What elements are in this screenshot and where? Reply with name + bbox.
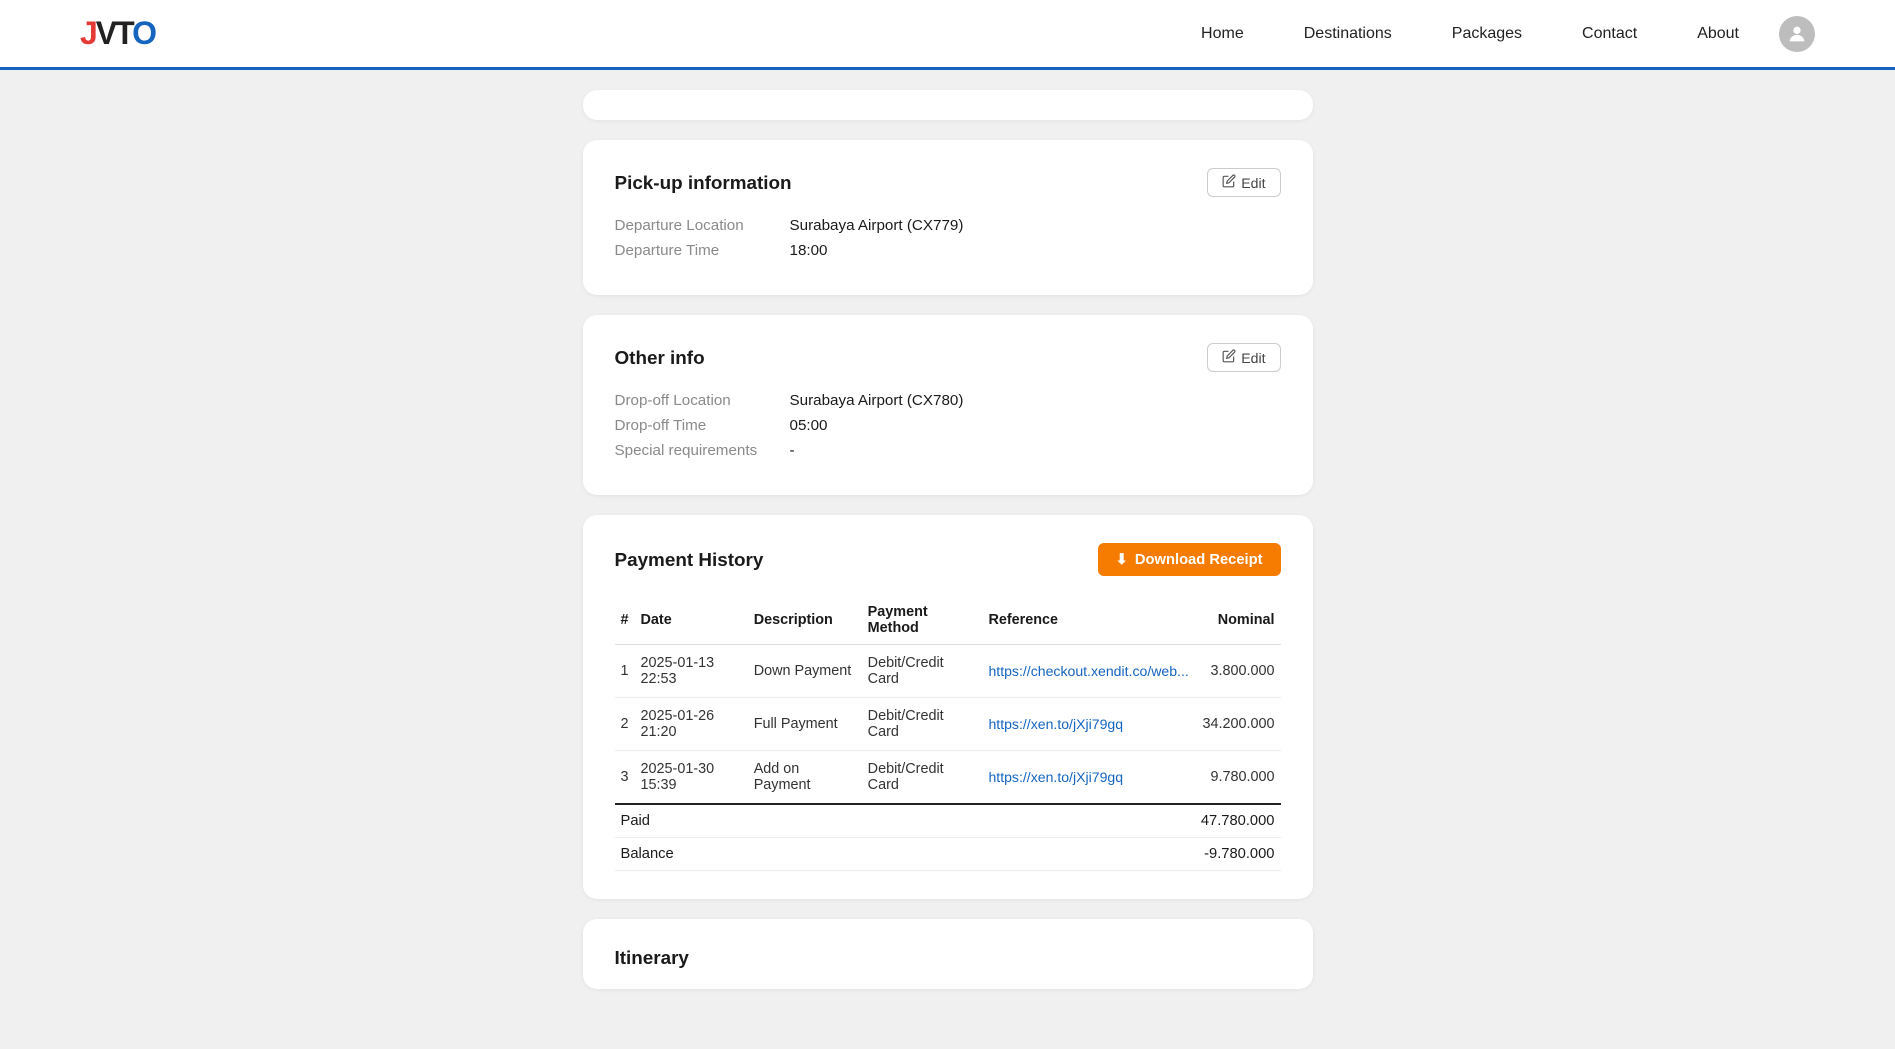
edit-icon: [1222, 174, 1236, 191]
table-row: 2 2025-01-26 21:20 Full Payment Debit/Cr…: [615, 698, 1281, 751]
departure-time-row: Departure Time 18:00: [615, 242, 1281, 259]
row3-ref-link[interactable]: https://xen.to/jXji79gq: [988, 769, 1123, 785]
departure-location-value: Surabaya Airport (CX779): [790, 217, 964, 234]
pickup-edit-label: Edit: [1241, 175, 1265, 191]
logo-v: V: [96, 15, 115, 51]
other-info-edit-button[interactable]: Edit: [1207, 343, 1280, 372]
logo[interactable]: JVTO: [80, 15, 155, 52]
download-icon: ⬇: [1116, 551, 1128, 568]
itinerary-card: Itinerary: [583, 919, 1313, 989]
nav-link-contact[interactable]: Contact: [1582, 25, 1637, 42]
row1-method: Debit/Credit Card: [862, 645, 983, 698]
col-num: #: [615, 596, 635, 645]
row1-date: 2025-01-13 22:53: [635, 645, 748, 698]
row2-method: Debit/Credit Card: [862, 698, 983, 751]
top-partial-card: [583, 90, 1313, 120]
other-info-card: Other info Edit Drop-off Location Suraba…: [583, 315, 1313, 495]
paid-row: Paid 47.780.000: [615, 804, 1281, 838]
row2-nominal: 34.200.000: [1195, 698, 1281, 751]
col-nominal: Nominal: [1195, 596, 1281, 645]
dropoff-time-value: 05:00: [790, 417, 828, 434]
col-reference: Reference: [982, 596, 1194, 645]
other-info-title: Other info: [615, 347, 705, 369]
row1-ref-link[interactable]: https://checkout.xendit.co/web...: [988, 663, 1188, 679]
table-header-row: # Date Description Payment Method Refere…: [615, 596, 1281, 645]
payment-header: Payment History ⬇ Download Receipt: [615, 543, 1281, 576]
nav-link-destinations[interactable]: Destinations: [1304, 25, 1392, 42]
paid-label: Paid: [615, 804, 1195, 838]
col-date: Date: [635, 596, 748, 645]
logo-t: T: [115, 15, 132, 51]
download-label: Download Receipt: [1135, 552, 1263, 568]
payment-title: Payment History: [615, 549, 764, 571]
logo-j: J: [80, 15, 96, 51]
payment-table: # Date Description Payment Method Refere…: [615, 596, 1281, 871]
pickup-header: Pick-up information Edit: [615, 168, 1281, 197]
avatar[interactable]: [1779, 16, 1815, 52]
row1-num: 1: [615, 645, 635, 698]
nav-item-home[interactable]: Home: [1201, 25, 1244, 43]
payment-history-card: Payment History ⬇ Download Receipt # Dat…: [583, 515, 1313, 899]
paid-value: 47.780.000: [1195, 804, 1281, 838]
table-row: 3 2025-01-30 15:39 Add on Payment Debit/…: [615, 751, 1281, 805]
special-req-label: Special requirements: [615, 442, 790, 459]
other-info-edit-label: Edit: [1241, 350, 1265, 366]
row3-date: 2025-01-30 15:39: [635, 751, 748, 805]
dropoff-location-label: Drop-off Location: [615, 392, 790, 409]
nav-item-about[interactable]: About: [1697, 25, 1739, 43]
nav-item-destinations[interactable]: Destinations: [1304, 25, 1392, 43]
row1-nominal: 3.800.000: [1195, 645, 1281, 698]
row3-ref[interactable]: https://xen.to/jXji79gq: [982, 751, 1194, 805]
departure-location-row: Departure Location Surabaya Airport (CX7…: [615, 217, 1281, 234]
nav-link-about[interactable]: About: [1697, 25, 1739, 42]
special-req-value: -: [790, 442, 795, 459]
logo-o: O: [132, 15, 155, 51]
nav-item-packages[interactable]: Packages: [1452, 25, 1522, 43]
nav-item-contact[interactable]: Contact: [1582, 25, 1637, 43]
dropoff-location-row: Drop-off Location Surabaya Airport (CX78…: [615, 392, 1281, 409]
dropoff-location-value: Surabaya Airport (CX780): [790, 392, 964, 409]
special-req-row: Special requirements -: [615, 442, 1281, 459]
col-description: Description: [748, 596, 862, 645]
departure-time-value: 18:00: [790, 242, 828, 259]
nav-link-home[interactable]: Home: [1201, 25, 1244, 42]
row1-desc: Down Payment: [748, 645, 862, 698]
row2-num: 2: [615, 698, 635, 751]
departure-location-label: Departure Location: [615, 217, 790, 234]
main-content: Pick-up information Edit Departure Locat…: [583, 70, 1313, 1049]
balance-row: Balance -9.780.000: [615, 838, 1281, 871]
pickup-info-card: Pick-up information Edit Departure Locat…: [583, 140, 1313, 295]
edit-icon-2: [1222, 349, 1236, 366]
row3-num: 3: [615, 751, 635, 805]
row3-method: Debit/Credit Card: [862, 751, 983, 805]
row2-date: 2025-01-26 21:20: [635, 698, 748, 751]
table-row: 1 2025-01-13 22:53 Down Payment Debit/Cr…: [615, 645, 1281, 698]
col-method: Payment Method: [862, 596, 983, 645]
other-info-header: Other info Edit: [615, 343, 1281, 372]
nav-link-packages[interactable]: Packages: [1452, 25, 1522, 42]
row3-nominal: 9.780.000: [1195, 751, 1281, 805]
dropoff-time-row: Drop-off Time 05:00: [615, 417, 1281, 434]
departure-time-label: Departure Time: [615, 242, 790, 259]
dropoff-time-label: Drop-off Time: [615, 417, 790, 434]
itinerary-title: Itinerary: [615, 947, 689, 968]
pickup-edit-button[interactable]: Edit: [1207, 168, 1280, 197]
row2-desc: Full Payment: [748, 698, 862, 751]
row2-ref[interactable]: https://xen.to/jXji79gq: [982, 698, 1194, 751]
nav-links: Home Destinations Packages Contact About: [1201, 25, 1739, 43]
row1-ref[interactable]: https://checkout.xendit.co/web...: [982, 645, 1194, 698]
balance-value: -9.780.000: [1195, 838, 1281, 871]
navbar: JVTO Home Destinations Packages Contact …: [0, 0, 1895, 70]
row3-desc: Add on Payment: [748, 751, 862, 805]
pickup-title: Pick-up information: [615, 172, 792, 194]
balance-label: Balance: [615, 838, 1195, 871]
download-receipt-button[interactable]: ⬇ Download Receipt: [1098, 543, 1281, 576]
row2-ref-link[interactable]: https://xen.to/jXji79gq: [988, 716, 1123, 732]
